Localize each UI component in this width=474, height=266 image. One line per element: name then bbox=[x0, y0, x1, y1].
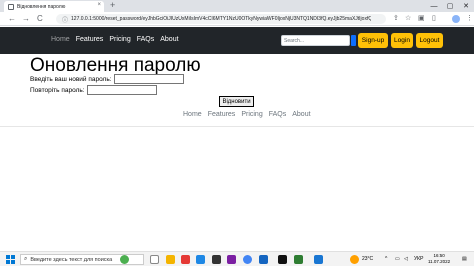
language-indicator[interactable]: УКР bbox=[414, 254, 423, 265]
chrome-icon[interactable] bbox=[243, 255, 252, 264]
browser-toolbar: ← → C ⓘ 127.0.0.1:5000/reset_password/ey… bbox=[0, 12, 474, 26]
login-button[interactable]: Login bbox=[391, 33, 413, 48]
nav-links: Home Features Pricing FAQs About bbox=[51, 36, 179, 43]
edge-icon[interactable] bbox=[196, 255, 205, 264]
telegram-icon[interactable] bbox=[314, 255, 323, 264]
repeat-password-label: Повторіть пароль: bbox=[30, 86, 85, 94]
weather-icon[interactable] bbox=[350, 255, 359, 264]
window-controls: — ▢ ✕ bbox=[426, 0, 474, 12]
search-icon: ⌕ bbox=[24, 256, 28, 262]
windows-start-icon[interactable] bbox=[6, 255, 15, 264]
search-input[interactable] bbox=[281, 35, 350, 46]
new-password-row: Введіть ваш новий пароль: bbox=[30, 74, 184, 84]
extensions-icon[interactable]: ▣ bbox=[418, 14, 425, 23]
footer-link-home[interactable]: Home bbox=[183, 111, 202, 118]
bookmark-star-icon[interactable]: ☆ bbox=[405, 14, 411, 23]
network-icon[interactable]: ▭ bbox=[395, 254, 400, 265]
minimize-button[interactable]: — bbox=[426, 0, 442, 12]
site-navbar: Home Features Pricing FAQs About Sign-up… bbox=[0, 27, 474, 54]
url-text[interactable]: 127.0.0.1:5000/reset_password/eyJhbGciOi… bbox=[71, 16, 371, 22]
browser-tab[interactable]: Відновлення паролю × bbox=[4, 1, 104, 12]
close-window-button[interactable]: ✕ bbox=[458, 0, 474, 12]
signup-button[interactable]: Sign-up bbox=[358, 33, 388, 48]
vscode-icon[interactable] bbox=[259, 255, 268, 264]
repeat-password-field[interactable] bbox=[86, 85, 157, 95]
taskbar: ⌕ Введите здесь текст для поиска 23°C ^ … bbox=[0, 251, 474, 266]
browser-tab-bar: Відновлення паролю × + — ▢ ✕ bbox=[0, 0, 474, 12]
notifications-icon[interactable]: ▤ bbox=[462, 254, 467, 265]
search-button[interactable] bbox=[351, 35, 356, 46]
task-view-icon[interactable] bbox=[150, 255, 159, 264]
nav-link-about[interactable]: About bbox=[160, 36, 178, 43]
menu-kebab-icon[interactable]: ⋮ bbox=[466, 14, 473, 23]
visual-studio-icon[interactable] bbox=[227, 255, 236, 264]
office-icon[interactable] bbox=[181, 255, 190, 264]
footer-link-features[interactable]: Features bbox=[208, 111, 236, 118]
reload-icon[interactable]: C bbox=[37, 14, 43, 23]
footer-links: Home Features Pricing FAQs About bbox=[183, 111, 311, 118]
page-icon bbox=[8, 3, 14, 10]
footer-link-faqs[interactable]: FAQs bbox=[269, 111, 287, 118]
app-icon[interactable] bbox=[120, 255, 129, 264]
new-tab-button[interactable]: + bbox=[110, 0, 115, 11]
share-icon[interactable]: ⇪ bbox=[393, 14, 399, 23]
clock[interactable]: 16:50 11.07.2022 bbox=[428, 253, 450, 265]
repeat-password-row: Повторіть пароль: bbox=[30, 85, 157, 95]
logout-button[interactable]: Logout bbox=[416, 33, 443, 48]
nav-link-home[interactable]: Home bbox=[51, 36, 70, 43]
address-bar[interactable]: ⓘ 127.0.0.1:5000/reset_password/eyJhbGci… bbox=[56, 14, 386, 24]
taskbar-search-placeholder: Введите здесь текст для поиска bbox=[30, 256, 113, 263]
nav-link-features[interactable]: Features bbox=[76, 36, 104, 43]
nav-link-pricing[interactable]: Pricing bbox=[109, 36, 130, 43]
footer-link-pricing[interactable]: Pricing bbox=[241, 111, 262, 118]
volume-icon[interactable]: ◁ bbox=[404, 254, 408, 265]
site-info-icon[interactable]: ⓘ bbox=[62, 15, 68, 24]
pycharm-icon[interactable] bbox=[294, 255, 303, 264]
back-arrow-icon[interactable]: ← bbox=[8, 14, 16, 23]
forward-arrow-icon[interactable]: → bbox=[22, 14, 30, 23]
store-icon[interactable] bbox=[212, 255, 221, 264]
nav-link-faqs[interactable]: FAQs bbox=[137, 36, 155, 43]
tab-title: Відновлення паролю bbox=[17, 3, 66, 10]
sidebar-icon[interactable]: ▯ bbox=[432, 14, 436, 23]
maximize-button[interactable]: ▢ bbox=[442, 0, 458, 12]
footer-divider bbox=[0, 126, 474, 127]
footer-link-about[interactable]: About bbox=[292, 111, 310, 118]
new-password-label: Введіть ваш новий пароль: bbox=[30, 75, 112, 83]
terminal-icon[interactable] bbox=[278, 255, 287, 264]
weather-temperature[interactable]: 23°C bbox=[362, 254, 373, 265]
profile-avatar[interactable] bbox=[452, 15, 460, 23]
clock-date: 11.07.2022 bbox=[428, 259, 451, 264]
restore-button[interactable]: Відновити bbox=[219, 96, 254, 107]
tray-chevron-icon[interactable]: ^ bbox=[385, 254, 387, 265]
new-password-field[interactable] bbox=[113, 74, 184, 84]
close-tab-icon[interactable]: × bbox=[97, 2, 101, 8]
file-explorer-icon[interactable] bbox=[166, 255, 175, 264]
